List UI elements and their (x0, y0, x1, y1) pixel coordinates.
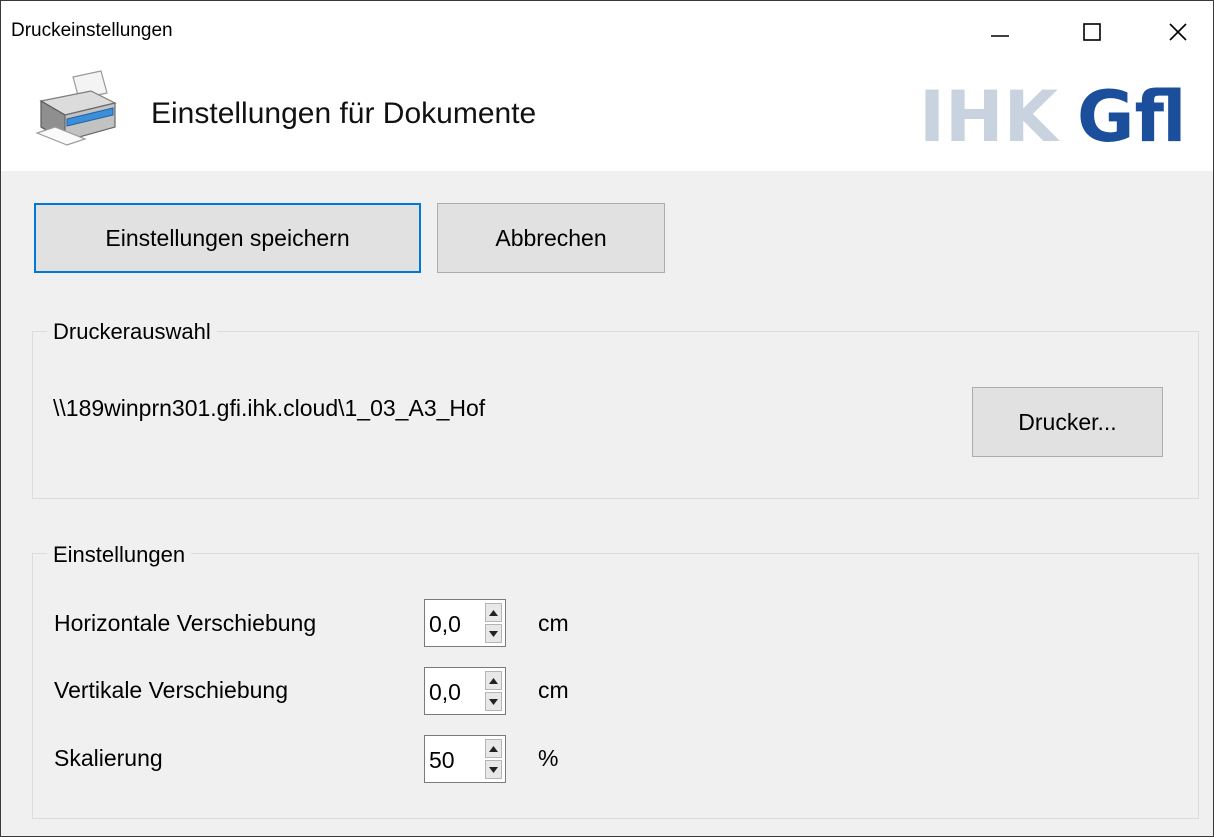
page-title: Einstellungen für Dokumente (151, 97, 537, 130)
vertical-shift-value[interactable]: 0,0 (429, 679, 461, 706)
scaling-stepper[interactable]: 50 (424, 735, 506, 783)
settings-group-label: Einstellungen (47, 542, 192, 568)
vertical-shift-stepper[interactable]: 0,0 (424, 667, 506, 715)
printer-selection-label: Druckerauswahl (47, 319, 217, 345)
arrow-up-icon (489, 745, 498, 752)
spin-buttons (485, 671, 502, 711)
printer-path: \\189winprn301.gfi.ihk.cloud\1_03_A3_Hof (53, 395, 486, 421)
horizontal-shift-decrement[interactable] (485, 624, 502, 643)
scaling-decrement[interactable] (485, 760, 502, 779)
window-title: Druckeinstellungen (11, 20, 173, 41)
ihk-gfi-logo: IHK Gfl (919, 76, 1187, 158)
scaling-unit: % (538, 745, 559, 771)
maximize-button[interactable] (1061, 9, 1123, 55)
close-icon (1169, 23, 1187, 41)
svg-text:IHK: IHK (919, 77, 1061, 153)
arrow-down-icon (489, 766, 498, 773)
horizontal-shift-increment[interactable] (485, 603, 502, 622)
horizontal-shift-value[interactable]: 0,0 (429, 611, 461, 638)
scaling-label: Skalierung (54, 745, 163, 771)
cancel-button[interactable]: Abbrechen (437, 203, 665, 273)
arrow-up-icon (489, 609, 498, 616)
horizontal-shift-stepper[interactable]: 0,0 (424, 599, 506, 647)
spin-buttons (485, 603, 502, 643)
select-printer-button[interactable]: Drucker... (972, 387, 1163, 457)
maximize-icon (1083, 23, 1101, 41)
header-banner: Einstellungen für Dokumente IHK Gfl (1, 63, 1213, 171)
minimize-icon (991, 35, 1009, 37)
horizontal-shift-label: Horizontale Verschiebung (54, 610, 317, 636)
arrow-down-icon (489, 630, 498, 637)
title-bar: Druckeinstellungen (1, 1, 1213, 63)
scaling-increment[interactable] (485, 739, 502, 758)
close-button[interactable] (1147, 9, 1209, 55)
vertical-shift-increment[interactable] (485, 671, 502, 690)
svg-text:Gfl: Gfl (1077, 77, 1186, 153)
vertical-shift-decrement[interactable] (485, 692, 502, 711)
print-settings-window: Druckeinstellungen Einstellungen für Dok… (0, 0, 1214, 837)
vertical-shift-label: Vertikale Verschiebung (54, 677, 288, 703)
minimize-button[interactable] (969, 9, 1031, 55)
scaling-value[interactable]: 50 (429, 747, 455, 774)
spin-buttons (485, 739, 502, 779)
save-settings-button[interactable]: Einstellungen speichern (34, 203, 421, 273)
arrow-up-icon (489, 677, 498, 684)
printer-icon (27, 69, 123, 164)
horizontal-shift-unit: cm (538, 610, 569, 636)
vertical-shift-unit: cm (538, 677, 569, 703)
arrow-down-icon (489, 698, 498, 705)
